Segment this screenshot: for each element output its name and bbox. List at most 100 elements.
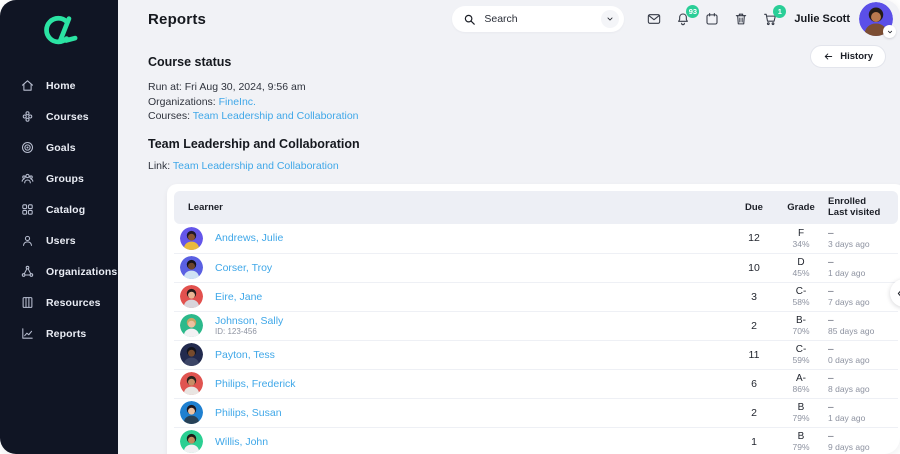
organizations-line: Organizations: FineInc. [148, 95, 900, 110]
history-button[interactable]: History [810, 45, 886, 68]
table-row[interactable]: Philips, Susan 2 B 79% – 1 day ago [174, 397, 898, 427]
table-row[interactable]: Willis, John 1 B 79% – 9 days ago [174, 426, 898, 454]
column-enrolled-line1: Enrolled [828, 196, 867, 207]
enrolled-value: – [828, 315, 834, 326]
sidebar-item-users[interactable]: Users [0, 225, 118, 256]
last-visited-value: 1 day ago [828, 268, 866, 278]
learner-cell: Philips, Frederick [174, 372, 734, 395]
search-icon [465, 14, 476, 25]
grade-letter: B [797, 402, 805, 413]
organization-link[interactable]: FineInc. [219, 96, 256, 108]
last-visited-value: 85 days ago [828, 326, 875, 336]
learner-link[interactable]: Payton, Tess [215, 349, 275, 361]
learner-cell: Corser, Troy [174, 256, 734, 279]
sidebar: Home Courses Goals Groups Catalog Users [0, 0, 118, 454]
last-visited-value: 7 days ago [828, 297, 870, 307]
sidebar-item-home[interactable]: Home [0, 70, 118, 101]
grade-letter: D [797, 257, 805, 268]
search-input[interactable] [484, 13, 585, 25]
enrolled-cell: – 1 day ago [828, 402, 898, 423]
sidebar-item-goals[interactable]: Goals [0, 132, 118, 163]
due-cell: 6 [751, 377, 757, 390]
enrolled-value: – [828, 286, 834, 297]
grade-cell: F 34% [774, 228, 828, 249]
cart-badge: 1 [773, 4, 787, 18]
table-row[interactable]: Eire, Jane 3 C- 58% – 7 days ago [174, 281, 898, 311]
notifications-icon[interactable]: 93 [674, 4, 700, 28]
enrolled-cell: – 0 days ago [828, 344, 898, 365]
grade-cell: C- 58% [774, 286, 828, 307]
sidebar-item-label: Courses [46, 110, 89, 123]
goals-icon [21, 141, 34, 154]
learner-avatar [180, 401, 203, 424]
learner-link[interactable]: Eire, Jane [215, 291, 262, 303]
sidebar-item-organizations[interactable]: Organizations [0, 256, 118, 287]
learner-avatar [180, 285, 203, 308]
calendar-icon[interactable] [703, 11, 720, 28]
trash-icon[interactable] [732, 11, 749, 28]
due-cell: 2 [751, 406, 757, 419]
enrolled-cell: – 8 days ago [828, 373, 898, 394]
last-visited-value: 3 days ago [828, 238, 870, 249]
sidebar-item-resources[interactable]: Resources [0, 287, 118, 318]
table-row[interactable]: Andrews, Julie 12 F 34% – 3 days ago [174, 224, 898, 253]
learner-link[interactable]: Philips, Susan [215, 407, 282, 419]
learner-link[interactable]: Corser, Troy [215, 262, 272, 274]
due-cell: 2 [751, 319, 757, 332]
due-cell: 1 [751, 435, 757, 448]
groups-icon [21, 173, 34, 184]
enrolled-value: – [828, 431, 834, 442]
grade-percent: 79% [792, 413, 810, 423]
learner-avatar [180, 372, 203, 395]
link-label: Link: [148, 159, 171, 172]
column-enrolled: Enrolled Last visited [828, 196, 898, 218]
learner-avatar [180, 226, 203, 250]
due-cell: 10 [748, 261, 760, 274]
table-row[interactable]: Corser, Troy 10 D 45% – 1 day ago [174, 252, 898, 282]
table-row[interactable]: Philips, Frederick 6 A- 86% – 8 days ago [174, 368, 898, 398]
learner-avatar [180, 314, 203, 337]
table-row[interactable]: Johnson, Sally ID: 123-456 2 B- 70% – 85… [174, 310, 898, 340]
learner-cell: Johnson, Sally ID: 123-456 [174, 314, 734, 337]
sidebar-item-label: Catalog [46, 203, 86, 216]
learner-link[interactable]: Johnson, Sally [215, 315, 283, 327]
search-scope-dropdown[interactable] [601, 10, 620, 28]
chevron-down-icon [607, 17, 613, 21]
header-icons: 93 1 [645, 4, 787, 28]
sidebar-item-label: Home [46, 79, 76, 92]
learner-link[interactable]: Andrews, Julie [215, 232, 283, 244]
sidebar-item-label: Goals [46, 141, 76, 154]
course-detail-link[interactable]: Team Leadership and Collaboration [173, 160, 339, 172]
user-name: Julie Scott [794, 13, 850, 25]
user-menu-chevron-icon[interactable] [883, 25, 896, 38]
courses-icon [22, 111, 33, 122]
notifications-badge: 93 [686, 4, 700, 18]
sidebar-item-courses[interactable]: Courses [0, 101, 118, 132]
app-logo[interactable] [0, 0, 118, 62]
due-cell: 12 [748, 232, 760, 244]
cart-icon[interactable]: 1 [761, 4, 787, 28]
enrolled-value: – [828, 402, 834, 413]
due-cell: 3 [751, 290, 757, 303]
users-icon [22, 235, 33, 246]
sidebar-item-label: Resources [46, 296, 101, 309]
learner-link[interactable]: Willis, John [215, 436, 268, 448]
grade-percent: 45% [792, 268, 810, 278]
learner-cell: Andrews, Julie [174, 226, 734, 250]
search-box[interactable] [452, 6, 625, 32]
sidebar-item-groups[interactable]: Groups [0, 163, 118, 194]
sidebar-nav: Home Courses Goals Groups Catalog Users [0, 70, 118, 349]
user-avatar[interactable] [859, 2, 896, 38]
course-link[interactable]: Team Leadership and Collaboration [193, 110, 359, 122]
sidebar-item-reports[interactable]: Reports [0, 318, 118, 349]
learner-link[interactable]: Philips, Frederick [215, 378, 296, 390]
mail-icon[interactable] [645, 11, 662, 28]
grade-letter: C- [795, 344, 807, 355]
grade-percent: 59% [792, 355, 810, 365]
learner-avatar [180, 256, 203, 279]
report-meta: Run at: Fri Aug 30, 2024, 9:56 am Organi… [148, 80, 900, 124]
sidebar-item-catalog[interactable]: Catalog [0, 194, 118, 225]
enrolled-cell: – 9 days ago [828, 431, 898, 452]
course-status-table: Learner Due Grade Enrolled Last visited [167, 183, 900, 454]
table-row[interactable]: Payton, Tess 11 C- 59% – 0 days ago [174, 339, 898, 369]
